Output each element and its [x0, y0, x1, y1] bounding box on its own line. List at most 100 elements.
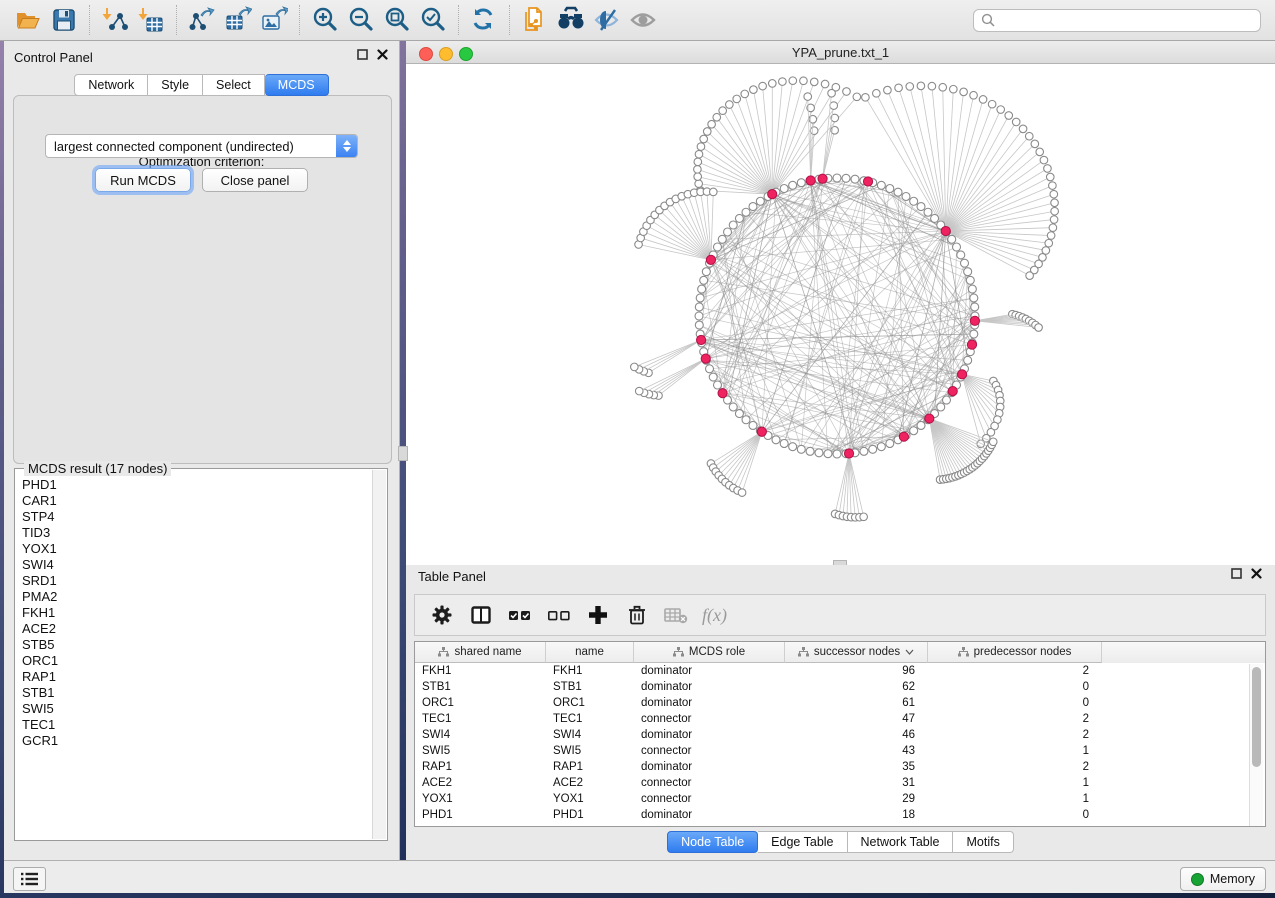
mcds-result-item[interactable]: STB5: [15, 637, 371, 653]
cell-shared-name: ORC1: [415, 697, 546, 709]
task-history-button[interactable]: [13, 867, 46, 891]
tab-edge-table[interactable]: Edge Table: [758, 831, 847, 853]
float-window-icon[interactable]: [1231, 568, 1242, 579]
mcds-result-item[interactable]: YOX1: [15, 541, 371, 557]
tab-motifs[interactable]: Motifs: [953, 831, 1013, 853]
hide-selected-icon[interactable]: [589, 3, 625, 37]
mcds-result-item[interactable]: TID3: [15, 525, 371, 541]
show-columns-icon[interactable]: [468, 602, 494, 628]
tab-node-table[interactable]: Node Table: [667, 831, 758, 853]
table-panel: Table Panel f(x) shared namenameMCDS rol…: [406, 565, 1275, 860]
table-scrollbar-thumb[interactable]: [1252, 667, 1261, 767]
table-row[interactable]: ORC1ORC1dominator610: [415, 695, 1265, 711]
table-header-row: shared namenameMCDS rolesuccessor nodesp…: [415, 642, 1265, 663]
cell-predecessor-nodes: 0: [928, 809, 1102, 821]
tab-select[interactable]: Select: [203, 74, 265, 96]
open-file-icon[interactable]: [10, 3, 46, 37]
column-header-shared-name[interactable]: shared name: [415, 642, 546, 663]
table-row[interactable]: RAP1RAP1dominator352: [415, 759, 1265, 775]
close-panel-icon[interactable]: [377, 49, 388, 60]
zoom-selected-icon[interactable]: [415, 3, 451, 37]
tab-network-table[interactable]: Network Table: [848, 831, 954, 853]
share-document-icon[interactable]: [517, 3, 553, 37]
table-row[interactable]: YOX1YOX1connector291: [415, 791, 1265, 807]
network-titlebar[interactable]: YPA_prune.txt_1: [406, 41, 1275, 64]
column-type-icon: [438, 647, 449, 657]
cell-mcds-role: dominator: [634, 729, 785, 741]
table-row[interactable]: SWI5SWI5connector431: [415, 743, 1265, 759]
close-panel-button[interactable]: Close panel: [202, 168, 308, 192]
column-header-successor-nodes[interactable]: successor nodes: [785, 642, 928, 663]
cell-name: PHD1: [546, 809, 634, 821]
mcds-result-item[interactable]: PMA2: [15, 589, 371, 605]
tab-style[interactable]: Style: [148, 74, 203, 96]
delete-column-trash-icon[interactable]: [624, 602, 650, 628]
table-scrollbar[interactable]: [1249, 664, 1263, 826]
close-panel-icon[interactable]: [1251, 568, 1262, 579]
mcds-result-item[interactable]: CAR1: [15, 493, 371, 509]
save-session-icon[interactable]: [46, 3, 82, 37]
import-network-icon[interactable]: [97, 3, 133, 37]
cell-mcds-role: dominator: [634, 665, 785, 677]
mcds-result-item[interactable]: SRD1: [15, 573, 371, 589]
cell-name: ACE2: [546, 777, 634, 789]
run-mcds-button[interactable]: Run MCDS: [95, 168, 191, 192]
mcds-result-item[interactable]: PHD1: [15, 477, 371, 493]
node-table[interactable]: shared namenameMCDS rolesuccessor nodesp…: [414, 641, 1266, 827]
zoom-out-icon[interactable]: [343, 3, 379, 37]
memory-button[interactable]: Memory: [1180, 867, 1266, 891]
select-all-icon[interactable]: [507, 602, 533, 628]
mcds-result-item[interactable]: GCR1: [15, 733, 371, 749]
deselect-all-icon[interactable]: [546, 602, 572, 628]
memory-status-icon: [1191, 873, 1204, 886]
network-canvas[interactable]: [406, 64, 1275, 565]
mcds-result-item[interactable]: SWI4: [15, 557, 371, 573]
cell-predecessor-nodes: 2: [928, 713, 1102, 725]
show-all-icon[interactable]: [625, 3, 661, 37]
zoom-fit-icon[interactable]: [379, 3, 415, 37]
vertical-splitter-handle[interactable]: [398, 446, 408, 461]
export-network-icon[interactable]: [184, 3, 220, 37]
control-panel-window-controls: [357, 49, 388, 60]
mcds-result-item[interactable]: SWI5: [15, 701, 371, 717]
zoom-in-icon[interactable]: [307, 3, 343, 37]
criterion-dropdown[interactable]: largest connected component (undirected): [45, 134, 358, 158]
table-row[interactable]: TEC1TEC1connector472: [415, 711, 1265, 727]
network-window: YPA_prune.txt_1: [406, 41, 1275, 565]
toolbar-separator: [458, 5, 459, 35]
table-row[interactable]: STB1STB1dominator620: [415, 679, 1265, 695]
cell-shared-name: STB1: [415, 681, 546, 693]
mcds-result-item[interactable]: ACE2: [15, 621, 371, 637]
table-row[interactable]: ACE2ACE2connector311: [415, 775, 1265, 791]
mcds-result-title: MCDS result (17 nodes): [24, 461, 171, 476]
add-column-icon[interactable]: [585, 602, 611, 628]
export-image-icon[interactable]: [256, 3, 292, 37]
mcds-result-item[interactable]: FKH1: [15, 605, 371, 621]
search-input[interactable]: [996, 10, 1260, 30]
export-table-icon[interactable]: [220, 3, 256, 37]
mcds-scrollbar[interactable]: [372, 470, 386, 839]
mcds-result-list: PHD1CAR1STP4TID3YOX1SWI4SRD1PMA2FKH1ACE2…: [15, 477, 371, 838]
refresh-icon[interactable]: [466, 3, 502, 37]
tab-network[interactable]: Network: [74, 74, 148, 96]
column-header-mcds-role[interactable]: MCDS role: [634, 642, 785, 663]
toolbar-search[interactable]: [973, 9, 1261, 32]
mcds-result-item[interactable]: STP4: [15, 509, 371, 525]
column-header-name[interactable]: name: [546, 642, 634, 663]
table-row[interactable]: PHD1PHD1dominator180: [415, 807, 1265, 823]
tab-mcds[interactable]: MCDS: [265, 74, 329, 96]
table-settings-gear-icon[interactable]: [429, 602, 455, 628]
mcds-result-item[interactable]: TEC1: [15, 717, 371, 733]
table-row[interactable]: FKH1FKH1dominator962: [415, 663, 1265, 679]
mcds-result-item[interactable]: STB1: [15, 685, 371, 701]
toolbar-separator: [299, 5, 300, 35]
float-window-icon[interactable]: [357, 49, 368, 60]
table-row[interactable]: SWI4SWI4dominator462: [415, 727, 1265, 743]
mcds-result-item[interactable]: ORC1: [15, 653, 371, 669]
import-table-icon[interactable]: [133, 3, 169, 37]
mcds-result-item[interactable]: RAP1: [15, 669, 371, 685]
cell-name: SWI5: [546, 745, 634, 757]
find-icon[interactable]: [553, 3, 589, 37]
column-header-predecessor-nodes[interactable]: predecessor nodes: [928, 642, 1102, 663]
delete-table-icon-disabled: [663, 602, 689, 628]
